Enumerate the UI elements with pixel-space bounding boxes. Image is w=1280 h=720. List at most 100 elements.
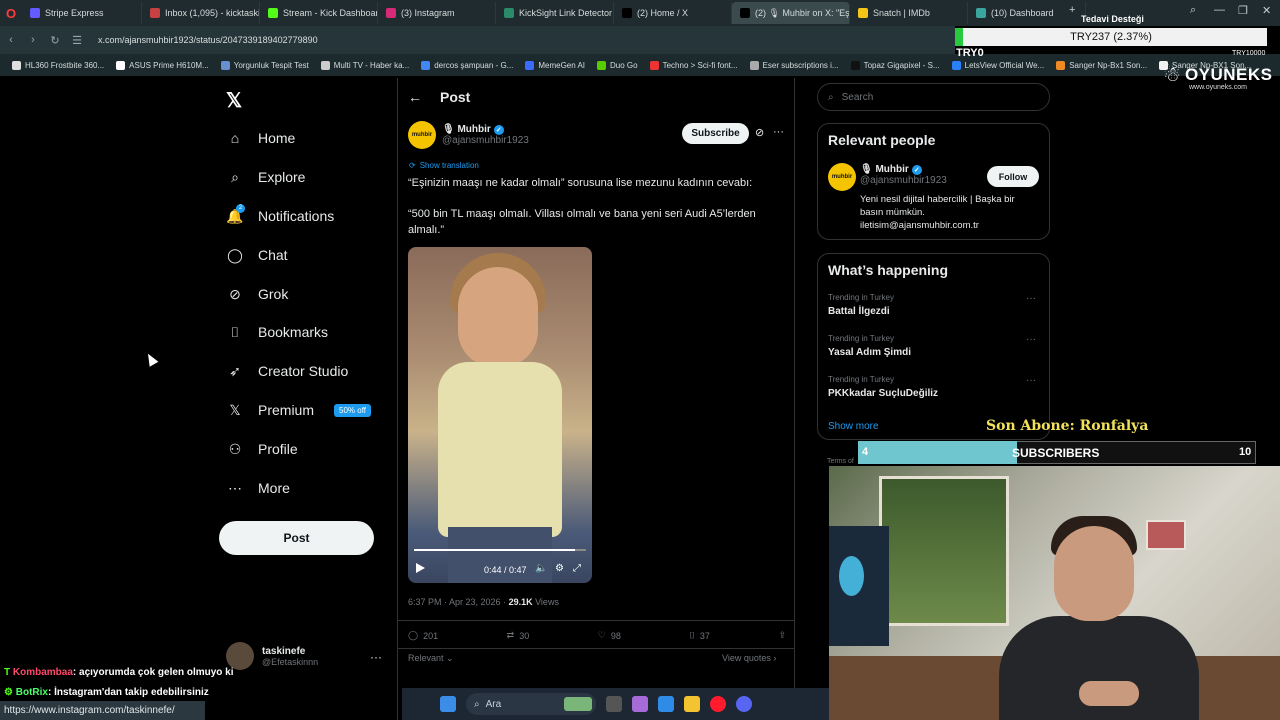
settings-icon[interactable]: ⚙ (555, 563, 564, 574)
sort-relevant-dropdown[interactable]: Relevant ⌄ (408, 653, 454, 664)
trend-more-icon[interactable]: ··· (1026, 375, 1036, 386)
back-icon[interactable]: ‹ (0, 34, 22, 46)
trend-context: Trending in Turkey (828, 334, 894, 343)
trend-more-icon[interactable]: ··· (1026, 293, 1036, 304)
nav-item-more[interactable]: ⋯ More (226, 477, 290, 499)
bookmark-item[interactable]: LetsView Official We... (946, 60, 1051, 70)
new-tab-button[interactable]: + (1069, 4, 1075, 16)
browser-tab[interactable]: (2) 🎙 Muhbir on X: "Eşi✕ (732, 2, 850, 24)
site-info-icon[interactable]: ☰ (66, 34, 88, 47)
bookmark-item[interactable]: Yorgunluk Tespit Test (215, 60, 315, 70)
relevant-person-avatar[interactable]: muhbir (828, 163, 856, 191)
minimize-button[interactable]: — (1214, 4, 1225, 16)
repost-button[interactable]: ⇄ 30 (507, 630, 530, 641)
reply-button[interactable]: ◯ 201 (408, 630, 438, 641)
bookmark-item[interactable]: ASUS Prime H610M... (110, 60, 215, 70)
browser-tab[interactable]: Stream - Kick Dashboard (260, 2, 378, 24)
subscriber-target: 10 (1239, 446, 1252, 458)
task-view-icon[interactable] (606, 696, 622, 712)
chat-badge-icon: T (4, 667, 11, 678)
close-window-button[interactable]: ✕ (1262, 4, 1271, 17)
nav-item-label: Notifications (258, 208, 335, 224)
post-button[interactable]: Post (219, 521, 374, 555)
bookmark-label: Multi TV - Haber ka... (333, 60, 410, 70)
browser-tab[interactable]: (3) Instagram (378, 2, 496, 24)
discord-icon[interactable] (736, 696, 752, 712)
x-logo-icon[interactable]: 𝕏 (226, 88, 242, 113)
trend-more-icon[interactable]: ··· (1026, 334, 1036, 345)
browser-tab[interactable]: KickSight Link Detector (496, 2, 614, 24)
bookmark-item[interactable]: Eser subscriptions i... (744, 60, 845, 70)
bookmark-item[interactable]: Techno > Sci-fi font... (644, 60, 744, 70)
play-icon[interactable] (416, 563, 425, 573)
bookmark-item[interactable]: Topaz Gigapixel - S... (845, 60, 946, 70)
url-field[interactable]: x.com/ajansmuhbir1923/status/20473391894… (98, 35, 318, 45)
bookmark-item[interactable]: Multi TV - Haber ka... (315, 60, 415, 70)
share-button[interactable]: ⇪ (778, 630, 786, 641)
browser-tab[interactable]: (2) Home / X (614, 2, 732, 24)
divider (398, 620, 794, 621)
edge-icon[interactable] (658, 696, 674, 712)
author-avatar[interactable]: muhbir (408, 121, 436, 149)
tab-label: (2) 🎙 Muhbir on X: "Eşi (755, 7, 850, 18)
account-more-icon[interactable]: ··· (370, 650, 382, 664)
bookmark-favicon-icon (12, 60, 21, 70)
nav-item-grok[interactable]: ⊘ Grok (226, 283, 288, 305)
video-progress-fill (414, 549, 575, 551)
browser-tab[interactable]: Stripe Express (22, 2, 142, 24)
post-video[interactable] (408, 247, 592, 583)
bookmark-item[interactable]: HL360 Frostbite 360... (6, 60, 110, 70)
grok-icon: ⊘ (229, 285, 241, 302)
bookmark-item[interactable]: MemeGen AI (519, 60, 591, 70)
nav-item-chat[interactable]: ◯ Chat (226, 244, 287, 266)
browser-tab[interactable]: Inbox (1,095) - kicktaskin (142, 2, 260, 24)
subscribe-button[interactable]: Subscribe (682, 123, 749, 144)
view-quotes-link[interactable]: View quotes › (722, 653, 776, 663)
author-name[interactable]: 🎙 Muhbir (442, 124, 491, 135)
bookmark-item[interactable]: Sanger Np-Bx1 Son... (1050, 60, 1153, 70)
reply-icon: ◯ (408, 630, 419, 640)
maximize-button[interactable]: ❐ (1238, 4, 1248, 17)
account-switcher[interactable]: taskinefe @Efetaskinnn (226, 642, 318, 670)
post-more-icon[interactable]: ··· (773, 126, 784, 138)
forward-icon[interactable]: › (22, 34, 44, 46)
bookmark-item[interactable]: Duo Go (591, 60, 644, 70)
search-field[interactable]: ⌕ Search (817, 83, 1050, 111)
taskbar-search[interactable]: ⌕ Ara (466, 693, 596, 715)
terms-link[interactable]: Terms of (827, 458, 854, 465)
post-author[interactable]: muhbir 🎙 Muhbir ✓ @ajansmuhbir1923 (408, 121, 529, 149)
tab-favicon-icon (858, 8, 868, 18)
like-button[interactable]: ♡ 98 (598, 630, 621, 641)
rocket-icon: ➶ (229, 362, 241, 379)
webcam-feed (829, 466, 1280, 720)
nav-item-creator-studio[interactable]: ➶ Creator Studio (226, 360, 348, 382)
opera-taskbar-icon[interactable] (710, 696, 726, 712)
nav-item-premium[interactable]: 𝕏 Premium 50% off (226, 399, 371, 421)
show-translation-link[interactable]: ⟳ Show translation (409, 161, 479, 170)
relevant-person-bio: Yeni nesil dijital habercilik | Başka bi… (860, 194, 1015, 231)
relevant-person-info[interactable]: 🎙 Muhbir ✓ @ajansmuhbir1923 (860, 164, 947, 186)
volume-icon[interactable]: 🔈 (535, 563, 547, 574)
file-explorer-icon[interactable] (684, 696, 700, 712)
nav-item-explore[interactable]: ⌕ Explore (226, 166, 305, 188)
copilot-icon[interactable] (632, 696, 648, 712)
reload-icon[interactable]: ↻ (44, 34, 66, 47)
show-more-link[interactable]: Show more (828, 421, 879, 432)
search-tabs-icon[interactable]: ⌕ (1190, 4, 1196, 17)
nav-item-profile[interactable]: ⚇ Profile (226, 438, 298, 460)
nav-item-bookmarks[interactable]: ⌷ Bookmarks (226, 321, 328, 343)
bookmark-favicon-icon (649, 60, 659, 70)
windows-start-icon[interactable] (440, 696, 456, 712)
grok-icon[interactable]: ⊘ (755, 126, 764, 139)
nav-item-home[interactable]: ⌂ Home (226, 127, 296, 149)
opera-logo-icon[interactable]: O (0, 0, 22, 26)
browser-tab[interactable]: Snatch | IMDb (850, 2, 968, 24)
divider (398, 648, 794, 649)
nav-item-label: Creator Studio (258, 363, 349, 379)
bookmark-button[interactable]: ⌷ 37 (689, 630, 709, 641)
fullscreen-icon[interactable]: ⤢ (573, 563, 581, 574)
bookmark-item[interactable]: dercos şampuan - G... (415, 60, 519, 70)
follow-button[interactable]: Follow (987, 166, 1039, 187)
back-arrow-icon[interactable]: ← (408, 89, 422, 105)
search-icon: ⌕ (474, 698, 480, 710)
